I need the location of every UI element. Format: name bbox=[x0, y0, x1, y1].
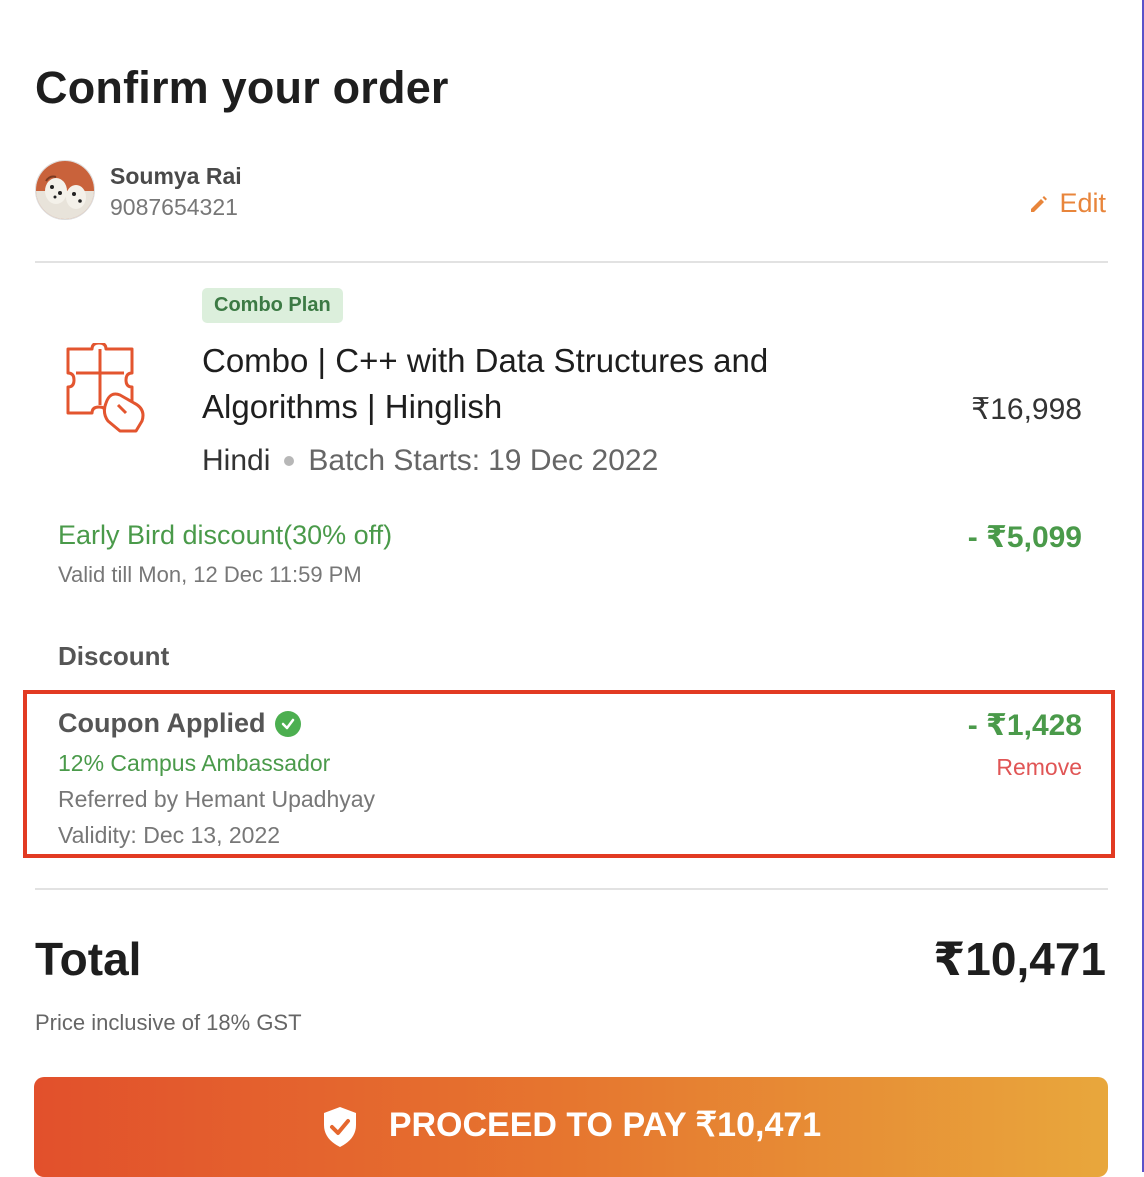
user-name: Soumya Rai bbox=[110, 163, 242, 189]
gst-note: Price inclusive of 18% GST bbox=[35, 1010, 302, 1035]
puzzle-icon bbox=[66, 343, 145, 433]
early-bird-validity: Valid till Mon, 12 Dec 11:59 PM bbox=[58, 562, 362, 587]
coupon-title-label: Coupon Applied bbox=[58, 708, 266, 738]
total-label: Total bbox=[35, 933, 142, 985]
separator-dot bbox=[284, 456, 295, 466]
early-bird-label: Early Bird discount(30% off) bbox=[58, 520, 393, 550]
page-title: Confirm your order bbox=[35, 62, 449, 113]
divider bbox=[35, 888, 1108, 890]
early-bird-amount: - ₹5,099 bbox=[967, 521, 1082, 554]
divider bbox=[35, 261, 1108, 263]
plan-badge: Combo Plan bbox=[202, 288, 343, 323]
shield-check-icon bbox=[323, 1107, 356, 1147]
coupon-referrer: Referred by Hemant Upadhyay bbox=[58, 786, 376, 812]
edit-button[interactable]: Edit bbox=[1029, 188, 1106, 219]
total-amount: ₹10,471 bbox=[933, 933, 1106, 985]
remove-coupon-link[interactable]: Remove bbox=[996, 754, 1082, 781]
pencil-icon bbox=[1031, 195, 1048, 212]
coupon-amount: - ₹1,428 bbox=[967, 709, 1082, 742]
pay-button-label: PROCEED TO PAY ₹10,471 bbox=[388, 1106, 822, 1144]
coupon-validity: Validity: Dec 13, 2022 bbox=[58, 822, 281, 848]
product-title: Combo | C++ with Data Structures and Alg… bbox=[202, 342, 769, 425]
coupon-title: Coupon Applied bbox=[58, 708, 302, 739]
product-price: ₹16,998 bbox=[971, 393, 1082, 426]
user-phone: 9087654321 bbox=[110, 194, 238, 220]
product-language: Hindi bbox=[202, 444, 271, 477]
order-confirm-card: Confirm your order Soumya Rai 9087654321… bbox=[0, 0, 1142, 1177]
proceed-to-pay-button[interactable]: PROCEED TO PAY ₹10,471 bbox=[34, 1077, 1108, 1177]
discount-heading: Discount bbox=[58, 641, 170, 671]
avatar bbox=[35, 160, 95, 220]
check-circle-icon bbox=[275, 710, 302, 737]
product-meta: Hindi Batch Starts: 19 Dec 2022 bbox=[202, 444, 658, 478]
batch-label: Batch Starts: bbox=[308, 444, 481, 477]
batch-date: 19 Dec 2022 bbox=[488, 444, 659, 477]
avatar-image bbox=[36, 161, 94, 219]
coupon-name: 12% Campus Ambassador bbox=[58, 750, 331, 776]
edit-label: Edit bbox=[1059, 188, 1106, 218]
